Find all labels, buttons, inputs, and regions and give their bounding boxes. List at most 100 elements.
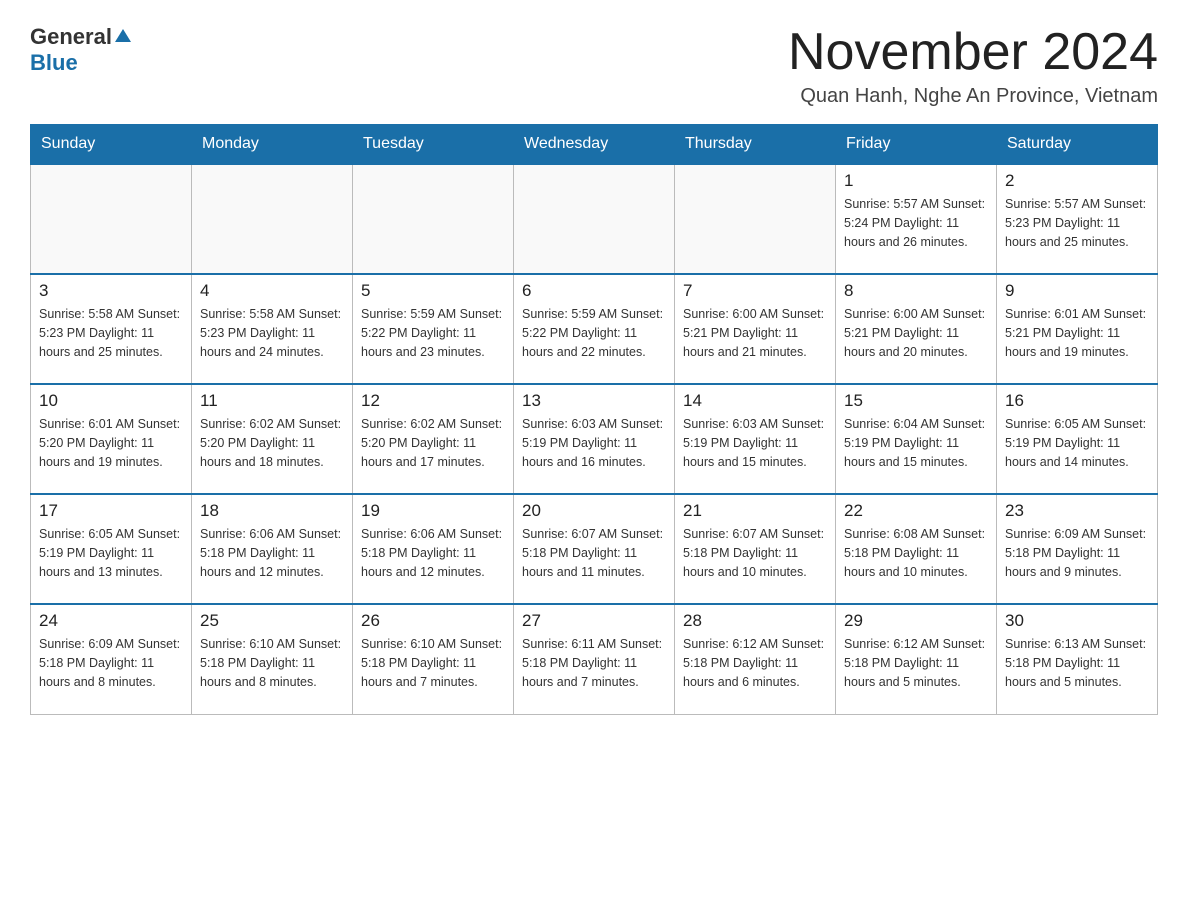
calendar-cell: 30 Sunrise: 6:13 AM Sunset: 5:18 PM Dayli… bbox=[997, 604, 1158, 714]
day-info: Sunrise: 5:59 AM Sunset: 5:22 PM Dayligh… bbox=[522, 305, 666, 361]
calendar-day-header: Monday bbox=[192, 125, 353, 165]
day-number: 12 bbox=[361, 391, 505, 411]
day-info: Sunrise: 6:01 AM Sunset: 5:20 PM Dayligh… bbox=[39, 415, 183, 471]
calendar-cell: 11 Sunrise: 6:02 AM Sunset: 5:20 PM Dayli… bbox=[192, 384, 353, 494]
day-number: 10 bbox=[39, 391, 183, 411]
title-block: November 2024 Quan Hanh, Nghe An Provinc… bbox=[788, 24, 1158, 108]
day-number: 13 bbox=[522, 391, 666, 411]
calendar-cell: 7 Sunrise: 6:00 AM Sunset: 5:21 PM Daylig… bbox=[675, 274, 836, 384]
calendar-cell bbox=[31, 164, 192, 274]
calendar-cell: 19Sunrise: 6:06 AM Sunset: 5:18 PM Dayli… bbox=[353, 494, 514, 604]
calendar-cell: 26Sunrise: 6:10 AM Sunset: 5:18 PM Dayli… bbox=[353, 604, 514, 714]
day-info: Sunrise: 6:13 AM Sunset: 5:18 PM Dayligh… bbox=[1005, 635, 1149, 691]
calendar-cell: 1Sunrise: 5:57 AM Sunset: 5:24 PM Daylig… bbox=[836, 164, 997, 274]
calendar-cell: 27 Sunrise: 6:11 AM Sunset: 5:18 PM Dayli… bbox=[514, 604, 675, 714]
logo-general-text: General bbox=[30, 24, 131, 50]
calendar-cell: 12 Sunrise: 6:02 AM Sunset: 5:20 PM Dayli… bbox=[353, 384, 514, 494]
month-title: November 2024 bbox=[788, 24, 1158, 81]
week-row: 3 Sunrise: 5:58 AM Sunset: 5:23 PM Daylig… bbox=[31, 274, 1158, 384]
day-info: Sunrise: 6:05 AM Sunset: 5:19 PM Dayligh… bbox=[39, 525, 183, 581]
calendar-day-header: Tuesday bbox=[353, 125, 514, 165]
day-number: 4 bbox=[200, 281, 344, 301]
day-info: Sunrise: 6:09 AM Sunset: 5:18 PM Dayligh… bbox=[1005, 525, 1149, 581]
day-info: Sunrise: 6:09 AM Sunset: 5:18 PM Dayligh… bbox=[39, 635, 183, 691]
day-number: 22 bbox=[844, 501, 988, 521]
page-header: General Blue November 2024 Quan Hanh, Ng… bbox=[30, 24, 1158, 108]
day-info: Sunrise: 6:00 AM Sunset: 5:21 PM Dayligh… bbox=[844, 305, 988, 361]
day-number: 27 bbox=[522, 611, 666, 631]
calendar-cell: 15 Sunrise: 6:04 AM Sunset: 5:19 PM Dayli… bbox=[836, 384, 997, 494]
calendar-cell: 3Sunrise: 5:58 AM Sunset: 5:23 PM Daylig… bbox=[31, 274, 192, 384]
day-info: Sunrise: 6:03 AM Sunset: 5:19 PM Dayligh… bbox=[522, 415, 666, 471]
logo: General Blue bbox=[30, 24, 131, 77]
day-info: Sunrise: 6:00 AM Sunset: 5:21 PM Dayligh… bbox=[683, 305, 827, 361]
day-info: Sunrise: 6:07 AM Sunset: 5:18 PM Dayligh… bbox=[522, 525, 666, 581]
calendar-cell: 24Sunrise: 6:09 AM Sunset: 5:18 PM Dayli… bbox=[31, 604, 192, 714]
week-row: 17 Sunrise: 6:05 AM Sunset: 5:19 PM Dayli… bbox=[31, 494, 1158, 604]
calendar-cell: 8 Sunrise: 6:00 AM Sunset: 5:21 PM Daylig… bbox=[836, 274, 997, 384]
day-number: 18 bbox=[200, 501, 344, 521]
day-info: Sunrise: 6:02 AM Sunset: 5:20 PM Dayligh… bbox=[200, 415, 344, 471]
day-number: 8 bbox=[844, 281, 988, 301]
calendar-cell: 23 Sunrise: 6:09 AM Sunset: 5:18 PM Dayli… bbox=[997, 494, 1158, 604]
day-info: Sunrise: 6:03 AM Sunset: 5:19 PM Dayligh… bbox=[683, 415, 827, 471]
calendar-cell: 20 Sunrise: 6:07 AM Sunset: 5:18 PM Dayli… bbox=[514, 494, 675, 604]
day-number: 30 bbox=[1005, 611, 1149, 631]
day-info: Sunrise: 6:11 AM Sunset: 5:18 PM Dayligh… bbox=[522, 635, 666, 691]
day-info: Sunrise: 6:05 AM Sunset: 5:19 PM Dayligh… bbox=[1005, 415, 1149, 471]
logo-blue-text: Blue bbox=[30, 50, 131, 76]
day-info: Sunrise: 6:07 AM Sunset: 5:18 PM Dayligh… bbox=[683, 525, 827, 581]
day-info: Sunrise: 6:10 AM Sunset: 5:18 PM Dayligh… bbox=[361, 635, 505, 691]
day-info: Sunrise: 6:08 AM Sunset: 5:18 PM Dayligh… bbox=[844, 525, 988, 581]
calendar-cell: 22 Sunrise: 6:08 AM Sunset: 5:18 PM Dayli… bbox=[836, 494, 997, 604]
day-number: 5 bbox=[361, 281, 505, 301]
calendar-day-header: Friday bbox=[836, 125, 997, 165]
day-number: 28 bbox=[683, 611, 827, 631]
day-number: 19 bbox=[361, 501, 505, 521]
day-number: 23 bbox=[1005, 501, 1149, 521]
calendar-day-header: Thursday bbox=[675, 125, 836, 165]
day-number: 17 bbox=[39, 501, 183, 521]
day-info: Sunrise: 6:04 AM Sunset: 5:19 PM Dayligh… bbox=[844, 415, 988, 471]
day-number: 2 bbox=[1005, 171, 1149, 191]
day-number: 29 bbox=[844, 611, 988, 631]
week-row: 24Sunrise: 6:09 AM Sunset: 5:18 PM Dayli… bbox=[31, 604, 1158, 714]
day-number: 20 bbox=[522, 501, 666, 521]
calendar-day-header: Wednesday bbox=[514, 125, 675, 165]
day-info: Sunrise: 6:01 AM Sunset: 5:21 PM Dayligh… bbox=[1005, 305, 1149, 361]
calendar-cell: 4 Sunrise: 5:58 AM Sunset: 5:23 PM Daylig… bbox=[192, 274, 353, 384]
calendar-cell bbox=[353, 164, 514, 274]
day-info: Sunrise: 5:58 AM Sunset: 5:23 PM Dayligh… bbox=[200, 305, 344, 361]
day-number: 16 bbox=[1005, 391, 1149, 411]
day-number: 15 bbox=[844, 391, 988, 411]
calendar-cell: 18 Sunrise: 6:06 AM Sunset: 5:18 PM Dayli… bbox=[192, 494, 353, 604]
day-info: Sunrise: 5:59 AM Sunset: 5:22 PM Dayligh… bbox=[361, 305, 505, 361]
day-number: 7 bbox=[683, 281, 827, 301]
calendar-table: SundayMondayTuesdayWednesdayThursdayFrid… bbox=[30, 124, 1158, 715]
week-row: 1Sunrise: 5:57 AM Sunset: 5:24 PM Daylig… bbox=[31, 164, 1158, 274]
calendar-cell: 29 Sunrise: 6:12 AM Sunset: 5:18 PM Dayli… bbox=[836, 604, 997, 714]
calendar-cell: 5 Sunrise: 5:59 AM Sunset: 5:22 PM Daylig… bbox=[353, 274, 514, 384]
day-info: Sunrise: 6:06 AM Sunset: 5:18 PM Dayligh… bbox=[200, 525, 344, 581]
calendar-cell: 16 Sunrise: 6:05 AM Sunset: 5:19 PM Dayli… bbox=[997, 384, 1158, 494]
day-number: 3 bbox=[39, 281, 183, 301]
calendar-cell: 2 Sunrise: 5:57 AM Sunset: 5:23 PM Daylig… bbox=[997, 164, 1158, 274]
day-info: Sunrise: 6:12 AM Sunset: 5:18 PM Dayligh… bbox=[683, 635, 827, 691]
day-info: Sunrise: 6:12 AM Sunset: 5:18 PM Dayligh… bbox=[844, 635, 988, 691]
location-subtitle: Quan Hanh, Nghe An Province, Vietnam bbox=[788, 85, 1158, 108]
calendar-cell: 10 Sunrise: 6:01 AM Sunset: 5:20 PM Dayli… bbox=[31, 384, 192, 494]
day-number: 11 bbox=[200, 391, 344, 411]
day-info: Sunrise: 5:57 AM Sunset: 5:23 PM Dayligh… bbox=[1005, 195, 1149, 251]
calendar-cell: 9Sunrise: 6:01 AM Sunset: 5:21 PM Daylig… bbox=[997, 274, 1158, 384]
calendar-day-header: Saturday bbox=[997, 125, 1158, 165]
calendar-cell: 21Sunrise: 6:07 AM Sunset: 5:18 PM Dayli… bbox=[675, 494, 836, 604]
calendar-cell: 13 Sunrise: 6:03 AM Sunset: 5:19 PM Dayli… bbox=[514, 384, 675, 494]
day-info: Sunrise: 6:02 AM Sunset: 5:20 PM Dayligh… bbox=[361, 415, 505, 471]
calendar-cell: 6Sunrise: 5:59 AM Sunset: 5:22 PM Daylig… bbox=[514, 274, 675, 384]
day-info: Sunrise: 5:57 AM Sunset: 5:24 PM Dayligh… bbox=[844, 195, 988, 251]
day-info: Sunrise: 6:10 AM Sunset: 5:18 PM Dayligh… bbox=[200, 635, 344, 691]
week-row: 10 Sunrise: 6:01 AM Sunset: 5:20 PM Dayli… bbox=[31, 384, 1158, 494]
calendar-header-row: SundayMondayTuesdayWednesdayThursdayFrid… bbox=[31, 125, 1158, 165]
day-number: 14 bbox=[683, 391, 827, 411]
calendar-cell: 25Sunrise: 6:10 AM Sunset: 5:18 PM Dayli… bbox=[192, 604, 353, 714]
